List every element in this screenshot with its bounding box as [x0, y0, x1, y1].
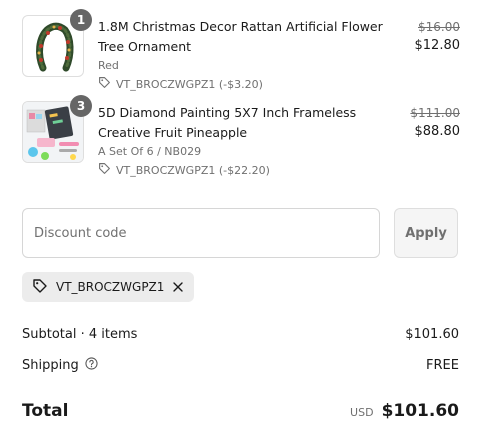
- item-info: 5D Diamond Painting 5X7 Inch Frameless C…: [98, 103, 403, 179]
- item-prices: $16.00 $12.80: [415, 19, 461, 55]
- currency-code: USD: [350, 406, 374, 419]
- total-amount: $101.60: [381, 401, 459, 421]
- cart-line-item: 3 5D Diamond Painting 5X7 Inch Frameless…: [22, 95, 462, 177]
- quantity-badge: 1: [70, 9, 92, 31]
- close-icon: [173, 282, 184, 292]
- item-discount-text: VT_BROCZWGPZ1 (-$22.20): [116, 163, 270, 177]
- total-label: Total: [22, 401, 69, 421]
- cart-line-item: 1 1.8M Christmas Decor Rattan Artificial…: [22, 9, 462, 91]
- applied-discount-chip: VT_BROCZWGPZ1: [22, 272, 195, 302]
- quantity-badge: 3: [70, 95, 92, 117]
- tag-icon: [32, 278, 48, 297]
- discounted-price: $88.80: [414, 124, 461, 139]
- applied-discount-code: VT_BROCZWGPZ1: [56, 280, 165, 294]
- total-row: Total USD $101.60: [22, 398, 459, 424]
- shipping-value: FREE: [426, 357, 459, 373]
- subtotal-row: Subtotal · 4 items $101.60: [22, 325, 459, 343]
- item-discount: VT_BROCZWGPZ1 (-$22.20): [98, 162, 403, 179]
- item-prices: $111.00 $88.80: [410, 105, 460, 141]
- remove-discount-button[interactable]: [172, 281, 184, 293]
- tag-icon: [98, 162, 111, 179]
- item-discount-text: VT_BROCZWGPZ1 (-$3.20): [116, 77, 263, 91]
- item-variant: A Set Of 6 / NB029: [98, 145, 202, 158]
- subtotal-label: Subtotal · 4 items: [22, 326, 138, 342]
- item-variant: Red: [98, 59, 119, 72]
- discount-code-field[interactable]: [22, 208, 380, 258]
- item-info: 1.8M Christmas Decor Rattan Artificial F…: [98, 17, 403, 93]
- item-discount: VT_BROCZWGPZ1 (-$3.20): [98, 76, 403, 93]
- subtotal-value: $101.60: [405, 326, 459, 342]
- discount-code-input[interactable]: [23, 209, 379, 257]
- tag-icon: [98, 76, 111, 93]
- original-price: $16.00: [418, 20, 460, 34]
- shipping-label: Shipping: [22, 357, 79, 373]
- help-icon[interactable]: [85, 356, 98, 374]
- item-title: 1.8M Christmas Decor Rattan Artificial F…: [98, 19, 383, 54]
- shipping-row: Shipping FREE: [22, 356, 459, 374]
- apply-button[interactable]: Apply: [394, 208, 458, 258]
- original-price: $111.00: [410, 106, 460, 120]
- discounted-price: $12.80: [414, 38, 461, 53]
- item-title: 5D Diamond Painting 5X7 Inch Frameless C…: [98, 105, 357, 140]
